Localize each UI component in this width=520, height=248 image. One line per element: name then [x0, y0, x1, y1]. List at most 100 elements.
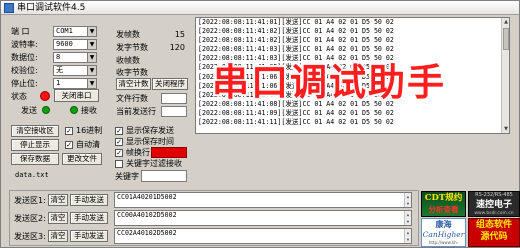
- stopbits-select[interactable]: 1 ▼: [53, 78, 97, 89]
- send-area-3-label: 发送区3:: [14, 232, 46, 241]
- log-line: [2022:08:08:11:41:02][发送]CC 01 A4 02 01 …: [198, 27, 394, 36]
- clear-receive-button[interactable]: 清空接收区: [11, 125, 59, 137]
- show-saved-time-label: 显示保存时间: [126, 137, 174, 146]
- baud-label: 波特率:: [11, 40, 38, 49]
- suokong-logo[interactable]: RS-232/RS-485 速控电子 www.bsdr.com.cn: [468, 191, 520, 217]
- parity-label: 校验位:: [11, 66, 38, 75]
- highlight-field[interactable]: [151, 147, 187, 158]
- baud-select[interactable]: 9600 ▼: [53, 39, 97, 50]
- canhigher-logo-main: CanHigher: [422, 230, 465, 239]
- window-title: 串口调试软件4.5: [17, 3, 86, 13]
- send-area-1-clear-button[interactable]: 清空: [48, 194, 68, 206]
- send-panel: 发送区1: 清空 手动发送 CC01A40201D5002 ▲ ▼ 发送区2: 清空…: [9, 190, 419, 246]
- scroll-down-icon[interactable]: ▼: [502, 125, 509, 133]
- file-name: data.txt: [15, 171, 49, 179]
- stop-display-button[interactable]: 停止显示: [11, 139, 59, 151]
- chevron-down-icon: ▼: [87, 40, 96, 49]
- cdt-logo[interactable]: CDT规约 分析查看: [421, 191, 466, 217]
- send-area-2-scrollbar[interactable]: ▲ ▼: [404, 211, 411, 225]
- canhigher-logo-url: http://www.kh-design.com: [428, 240, 459, 248]
- send-area-2-input[interactable]: CC00A40102D5002 ▲ ▼: [114, 210, 412, 226]
- send-area-2-value: CC00A40102D5002: [117, 211, 177, 219]
- send-area-2-clear-button[interactable]: 清空: [48, 212, 68, 224]
- send-area-3-scrollbar[interactable]: ▲ ▼: [404, 229, 411, 243]
- scroll-up-icon[interactable]: ▲: [502, 18, 509, 26]
- stopbits-label: 停止位:: [11, 79, 38, 88]
- log-line: [2022:08:08:11:41:11][发送]CC 01 A4 02 01 …: [198, 118, 394, 127]
- databits-select[interactable]: 8 ▼: [53, 52, 97, 63]
- sent-bytes-label: 发字节数: [116, 43, 148, 52]
- log-line: [2022:08:08:11:41:03][发送]CC 01 A4 02 01 …: [198, 45, 394, 54]
- keyword-filter-label: 关键字过滤接收: [126, 159, 182, 168]
- current-line-label: 当前发送行: [116, 107, 156, 116]
- send-area-2-label: 发送区2:: [14, 214, 46, 223]
- recv-frames-label: 收帧数: [116, 56, 140, 65]
- hex-label: 16进制: [76, 126, 103, 135]
- status-label: 状态: [11, 92, 27, 101]
- suokong-logo-url: www.bsdr.com.cn: [474, 211, 514, 216]
- scada-logo-top: 组态软件: [475, 220, 512, 230]
- title-banner: 串口调试助手: [212, 61, 446, 104]
- send-area-3-clear-button[interactable]: 清空: [48, 230, 68, 242]
- port-select[interactable]: COM1 ▼: [53, 26, 97, 37]
- receive-indicator-label: 接收: [81, 106, 97, 115]
- send-area-2-manual-button[interactable]: 手动发送: [70, 212, 108, 224]
- hex-checkbox[interactable]: ✓: [65, 127, 73, 135]
- suokong-logo-top: RS-232/RS-485: [475, 192, 513, 198]
- sent-frames-value: 15: [174, 30, 185, 39]
- show-saved-time-checkbox[interactable]: ✓: [115, 138, 123, 146]
- scada-source-logo[interactable]: 组态软件 源代码: [468, 218, 520, 247]
- send-area-1-manual-button[interactable]: 手动发送: [70, 194, 108, 206]
- auto-clear-label: 自动清: [76, 140, 100, 149]
- cdt-logo-title: CDT规约: [424, 193, 463, 203]
- clear-count-button[interactable]: 清空计数: [116, 78, 151, 90]
- send-area-1-input[interactable]: CC01A40201D5002 ▲ ▼: [114, 192, 412, 208]
- send-area-3-input[interactable]: CC02A40102D5002 ▲ ▼: [114, 228, 412, 244]
- chevron-down-icon: ▼: [87, 53, 96, 62]
- sent-frames-label: 发帧数: [116, 30, 140, 39]
- send-led-icon: [42, 106, 50, 114]
- canhigher-logo-top: 康海: [435, 220, 452, 229]
- receive-led-icon: [70, 106, 78, 114]
- scroll-thumb[interactable]: [503, 28, 509, 50]
- send-area-1-label: 发送区1:: [14, 196, 46, 205]
- file-lines-label: 文件行数: [116, 94, 148, 103]
- send-area-3-value: CC02A40102D5002: [117, 229, 177, 237]
- status-led-icon: [40, 91, 50, 101]
- show-saved-send-checkbox[interactable]: ✓: [115, 127, 123, 135]
- app-icon: [4, 3, 14, 13]
- chevron-down-icon: ▼: [87, 66, 96, 75]
- port-label: 端 口: [11, 27, 30, 36]
- main-window: 串口调试软件4.5 端 口 COM1 ▼ 波特率: 9600 ▼ 数据位: 8 ▼ 校…: [0, 0, 520, 248]
- close-program-button[interactable]: 关闭程序: [152, 78, 188, 90]
- databits-label: 数据位:: [11, 53, 38, 62]
- cdt-logo-subtitle: 分析查看: [428, 205, 459, 214]
- log-line: [2022:08:08:11:41:09][发送]CC 01 A4 02 01 …: [198, 108, 394, 117]
- keyword-input[interactable]: [141, 170, 187, 182]
- show-saved-send-label: 显示保存发送: [126, 126, 174, 135]
- log-line: [2022:08:08:11:41:02][发送]CC 01 A4 02 01 …: [198, 36, 394, 45]
- save-data-button[interactable]: 保存数据: [11, 153, 59, 165]
- frame-newline-label: 帧换行: [126, 148, 150, 157]
- send-area-3-manual-button[interactable]: 手动发送: [70, 230, 108, 242]
- suokong-logo-main: 速控电子: [475, 200, 512, 210]
- title-bar: 串口调试软件4.5: [1, 1, 519, 15]
- log-line: [2022:08:08:11:41:01][发送]CC 01 A4 02 01 …: [198, 18, 394, 26]
- sent-bytes-value: 120: [169, 43, 185, 52]
- frame-newline-checkbox[interactable]: ✓: [115, 149, 123, 157]
- send-area-1-value: CC01A40201D5002: [117, 193, 177, 201]
- chevron-down-icon: ▼: [87, 79, 96, 88]
- send-indicator-label: 发送: [21, 106, 37, 115]
- chevron-down-icon: ▼: [87, 27, 96, 36]
- file-lines-field: [161, 93, 187, 104]
- auto-clear-checkbox[interactable]: ✓: [65, 141, 73, 149]
- change-file-button[interactable]: 更改文件: [62, 153, 102, 165]
- parity-select[interactable]: 无 ▼: [53, 65, 97, 76]
- canhigher-logo[interactable]: 康海 CanHigher http://www.kh-design.com: [421, 218, 466, 248]
- scada-logo-bottom: 源代码: [480, 232, 508, 242]
- keyword-filter-checkbox[interactable]: [115, 160, 123, 168]
- current-line-field: [161, 106, 187, 117]
- keyword-label: 关键字: [115, 172, 139, 181]
- close-port-button[interactable]: 关闭串口: [54, 89, 99, 102]
- send-area-1-scrollbar[interactable]: ▲ ▼: [404, 193, 411, 207]
